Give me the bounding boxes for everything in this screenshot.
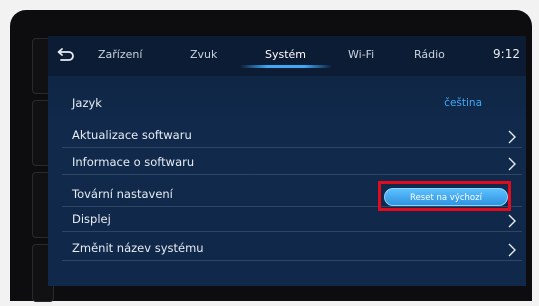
- tab-wifi[interactable]: Wi-Fi: [348, 48, 374, 61]
- highlight-box: [378, 181, 511, 211]
- setting-row-language[interactable]: Jazyk čeština: [62, 94, 522, 116]
- tab-radio[interactable]: Rádio: [414, 48, 445, 61]
- setting-row-display[interactable]: Displej: [62, 210, 522, 232]
- back-arrow-icon[interactable]: [57, 47, 75, 63]
- infotainment-screen: Zařízení Zvuk Systém Wi-Fi Rádio 9:12 Ja…: [48, 36, 526, 286]
- setting-row-rename-system[interactable]: Změnit název systému: [62, 239, 522, 261]
- clock: 9:12: [493, 47, 520, 61]
- setting-label: Displej: [72, 212, 111, 226]
- setting-label: Tovární nastavení: [72, 187, 173, 201]
- setting-row-software-info[interactable]: Informace o softwaru: [62, 153, 522, 175]
- top-navigation-bar: Zařízení Zvuk Systém Wi-Fi Rádio 9:12: [48, 36, 526, 76]
- chevron-right-icon: [508, 243, 516, 257]
- tab-system[interactable]: Systém: [265, 48, 306, 61]
- active-tab-indicator: [240, 65, 332, 68]
- tab-zarizeni[interactable]: Zařízení: [98, 48, 142, 61]
- setting-label: Aktualizace softwaru: [72, 128, 192, 142]
- setting-value: čeština: [444, 97, 482, 109]
- setting-row-software-update[interactable]: Aktualizace softwaru: [62, 126, 522, 148]
- display-bezel: Zařízení Zvuk Systém Wi-Fi Rádio 9:12 Ja…: [10, 10, 532, 302]
- tab-zvuk[interactable]: Zvuk: [190, 48, 217, 61]
- setting-label: Změnit název systému: [72, 241, 204, 255]
- chevron-right-icon: [508, 214, 516, 228]
- setting-label: Jazyk: [72, 96, 102, 110]
- chevron-right-icon: [508, 157, 516, 171]
- chevron-right-icon: [508, 130, 516, 144]
- setting-label: Informace o softwaru: [72, 155, 195, 169]
